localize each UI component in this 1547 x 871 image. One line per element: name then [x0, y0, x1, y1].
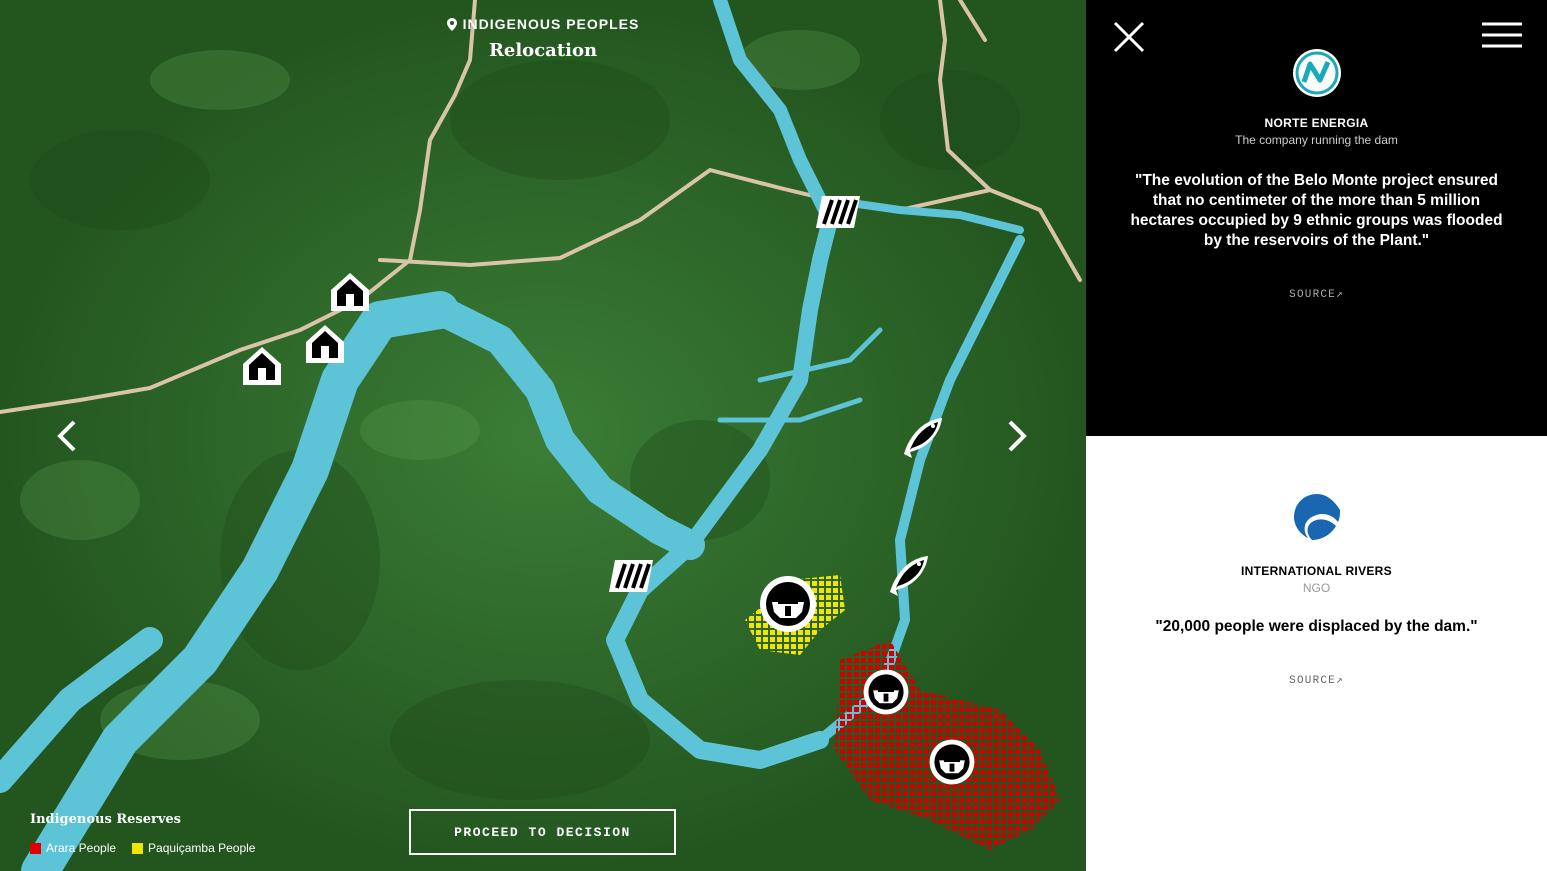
page-title: Relocation — [488, 39, 598, 61]
red-swatch — [30, 842, 41, 854]
legend-item-arara: Arara People — [30, 841, 116, 855]
international-rivers-panel: INTERNATIONAL RIVERS NGO "20,000 people … — [1086, 436, 1547, 871]
house-icon[interactable] — [303, 322, 347, 366]
fish-icon[interactable] — [886, 552, 932, 598]
chevron-left-icon — [57, 420, 76, 452]
location-pin-icon — [446, 17, 457, 31]
map-legend: Indigenous Reserves Arara People Paquiça… — [30, 812, 255, 855]
kicker-text: INDIGENOUS PEOPLES — [462, 16, 640, 32]
norte-energia-logo-icon — [1292, 48, 1342, 98]
org-name: INTERNATIONAL RIVERS — [1241, 564, 1392, 578]
indigenous-person-icon[interactable] — [758, 574, 818, 634]
house-icon[interactable] — [328, 270, 372, 314]
dam-icon[interactable] — [607, 556, 655, 596]
org-role: NGO — [1302, 581, 1331, 595]
org-role: The company running the dam — [1235, 133, 1398, 147]
house-icon[interactable] — [240, 344, 284, 388]
org-quote: "20,000 people were displaced by the dam… — [1155, 618, 1478, 635]
chevron-right-icon — [1008, 420, 1027, 452]
org-block: NORTE ENERGIA The company running the da… — [1086, 48, 1547, 302]
international-rivers-logo-icon — [1292, 492, 1342, 542]
hamburger-menu-icon — [1482, 22, 1522, 48]
section-kicker: INDIGENOUS PEOPLES — [446, 16, 640, 32]
yellow-swatch — [132, 842, 144, 854]
map-header: INDIGENOUS PEOPLES Relocation — [0, 16, 1086, 61]
indigenous-person-icon[interactable] — [862, 668, 910, 716]
dam-icon[interactable] — [814, 192, 862, 232]
proceed-to-decision-button[interactable]: PROCEED TO DECISION — [409, 809, 676, 855]
org-name: NORTE ENERGIA — [1264, 116, 1369, 130]
legend-label: Arara People — [46, 841, 117, 855]
menu-button[interactable] — [1482, 22, 1522, 48]
org-block: INTERNATIONAL RIVERS NGO "20,000 people … — [1086, 492, 1547, 688]
fish-icon[interactable] — [900, 414, 946, 460]
legend-label: Paquiçamba People — [148, 841, 256, 855]
source-link[interactable]: SOURCE↗ — [1289, 673, 1344, 687]
indigenous-person-icon[interactable] — [928, 738, 976, 786]
previous-button[interactable] — [52, 416, 82, 456]
map-view[interactable]: INDIGENOUS PEOPLES Relocation Indigenous… — [0, 0, 1086, 871]
source-link[interactable]: SOURCE↗ — [1289, 287, 1344, 301]
org-quote: "The evolution of the Belo Monte project… — [1130, 172, 1503, 249]
next-button[interactable] — [1002, 416, 1032, 456]
legend-item-paquicamba: Paquiçamba People — [132, 841, 255, 855]
norte-energia-panel: NORTE ENERGIA The company running the da… — [1086, 0, 1547, 436]
legend-title: Indigenous Reserves — [30, 812, 181, 827]
